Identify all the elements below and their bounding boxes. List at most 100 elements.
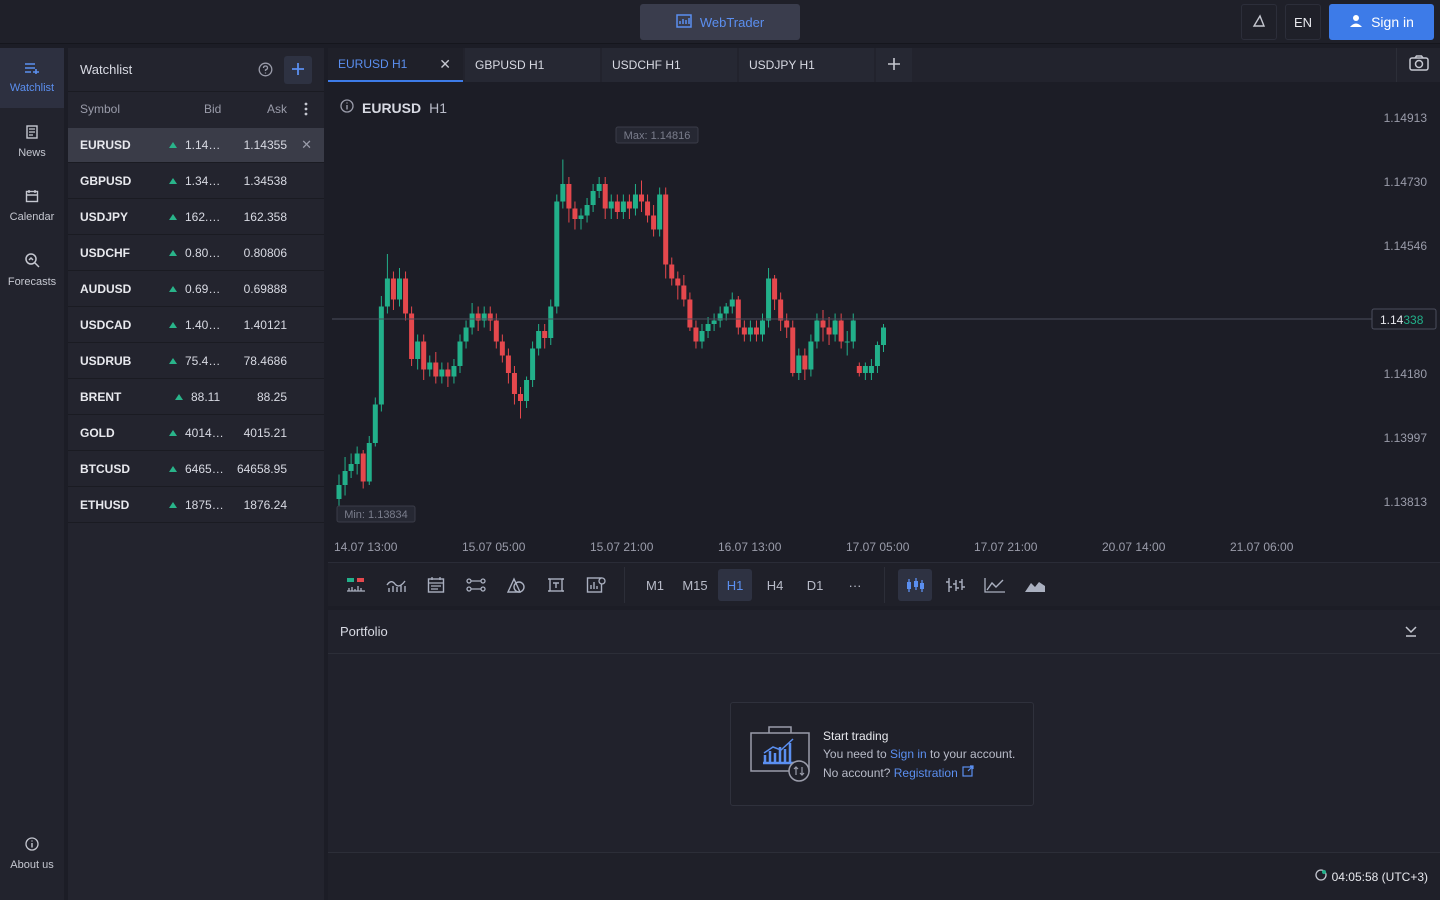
line2-pre: No account? (823, 765, 891, 780)
candle-body (511, 373, 517, 394)
watchlist-row-ethusd[interactable]: ETHUSD 1875… 1876.24 (68, 488, 324, 523)
text-tool-icon[interactable] (538, 569, 574, 601)
row-symbol: BTCUSD (80, 462, 130, 476)
news-icon (25, 125, 39, 142)
watchlist-panel: Watchlist Symbol Bid Ask EURUSD 1.14… 1.14… (68, 48, 324, 900)
line-tool-icon[interactable] (458, 569, 494, 601)
tab-eurusd[interactable]: EURUSD H1 ✕ (328, 48, 463, 82)
candle-body (838, 320, 844, 342)
tf-h1[interactable]: H1 (718, 569, 752, 601)
sign-in-button[interactable]: Sign in (1329, 4, 1434, 40)
calendar-tool-icon[interactable] (418, 569, 454, 601)
watchlist-row-brent[interactable]: BRENT 88.11 88.25 (68, 380, 324, 415)
watchlist-row-usdcad[interactable]: USDCAD 1.40… 1.40121 (68, 308, 324, 343)
indicators-icon[interactable] (338, 569, 374, 601)
candle-body (439, 369, 445, 377)
row-symbol: ETHUSD (80, 498, 130, 512)
nav-news[interactable]: News (0, 112, 64, 172)
tab-usdchf[interactable]: USDCHF H1 (602, 48, 737, 82)
collapse-icon[interactable] (1404, 624, 1418, 641)
bars-chart-icon[interactable] (938, 569, 972, 601)
watchlist-row-usdchf[interactable]: USDCHF 0.80… 0.80806 (68, 236, 324, 271)
candle-body (493, 320, 499, 342)
watchlist-row-usdrub[interactable]: USDRUB 75.4… 78.4686 (68, 344, 324, 379)
nav-about[interactable]: About us (0, 824, 64, 884)
row-ask: 162.358 (243, 210, 287, 224)
help-icon[interactable] (258, 62, 273, 80)
screenshot-button[interactable] (1396, 48, 1440, 82)
left-nav: Watchlist News Calendar Forecasts About … (0, 48, 64, 900)
price-chart[interactable]: EURUSD H1 1.14913 1.14730 1.14546 1.14180 1.… (328, 84, 1440, 560)
add-symbol-button[interactable] (284, 56, 312, 84)
up-arrow-icon (169, 286, 177, 292)
row-ask: 4015.21 (243, 426, 287, 440)
sign-in-label: Sign in (1371, 14, 1414, 30)
row-ask: 0.80806 (243, 246, 287, 260)
language-button[interactable]: EN (1285, 4, 1321, 40)
candle-body (590, 191, 596, 205)
top-bar: WebTrader EN Sign in (0, 0, 1440, 44)
candle-body (457, 341, 463, 366)
up-arrow-icon (169, 466, 177, 472)
registration-link[interactable]: Registration (894, 766, 958, 780)
row-bid: 6465… (185, 462, 224, 476)
nav-watchlist[interactable]: Watchlist (0, 48, 64, 108)
nav-forecasts[interactable]: Forecasts (0, 240, 64, 300)
candle-body (342, 471, 348, 485)
up-arrow-icon (169, 502, 177, 508)
tab-usdjpy[interactable]: USDJPY H1 (739, 48, 874, 82)
studies-icon[interactable] (378, 569, 414, 601)
candle-body (620, 201, 626, 212)
tf-d1[interactable]: D1 (798, 569, 832, 601)
watchlist-row-btcusd[interactable]: BTCUSD 6465… 64658.95 (68, 452, 324, 487)
price-main: 1.14 (1380, 313, 1404, 327)
up-arrow-icon (169, 322, 177, 328)
nav-calendar[interactable]: Calendar (0, 176, 64, 236)
watchlist-row-gbpusd[interactable]: GBPUSD 1.34… 1.34538 (68, 164, 324, 199)
row-bid: 0.69… (185, 282, 221, 296)
candle-body (766, 278, 772, 321)
shapes-icon[interactable] (498, 569, 534, 601)
line1-post: to your account. (926, 747, 1016, 761)
sign-in-link[interactable]: Sign in (890, 747, 927, 761)
theme-toggle-button[interactable] (1241, 4, 1277, 40)
watchlist-row-usdjpy[interactable]: USDJPY 162.… 162.358 (68, 200, 324, 235)
tf-m15[interactable]: M15 (678, 569, 712, 601)
candle-body (802, 355, 808, 370)
watchlist-header: Watchlist (68, 48, 324, 92)
tab-gbpusd[interactable]: GBPUSD H1 (465, 48, 600, 82)
line-chart-icon[interactable] (978, 569, 1012, 601)
candle-body (542, 331, 548, 338)
watchlist-row-audusd[interactable]: AUDUSD 0.69… 0.69888 (68, 272, 324, 307)
server-time: 04:05:58 (UTC+3) (1314, 869, 1428, 884)
candle-body (814, 320, 820, 342)
area-chart-icon[interactable] (1018, 569, 1052, 601)
remove-row-icon[interactable]: ✕ (301, 137, 312, 153)
candle-body (844, 341, 850, 343)
candle-body (536, 331, 542, 349)
candle-body (518, 394, 523, 401)
row-symbol: BRENT (80, 390, 122, 404)
row-ask: 1.34538 (243, 174, 287, 188)
candle-body (463, 327, 469, 342)
candle-body (699, 331, 705, 342)
candle-body (384, 278, 390, 307)
row-symbol: USDJPY (80, 210, 129, 224)
candles-chart-icon[interactable] (898, 569, 932, 601)
webtrader-button[interactable]: WebTrader (640, 4, 800, 40)
watchlist-row-eurusd[interactable]: EURUSD 1.14… 1.14355 ✕ (68, 128, 324, 163)
columns-menu-icon[interactable] (304, 96, 308, 122)
candle-body (584, 205, 590, 216)
candle-body (354, 453, 360, 464)
candle-body (614, 201, 620, 212)
tf-h4[interactable]: H4 (758, 569, 792, 601)
watchlist-row-gold[interactable]: GOLD 4014… 4015.21 (68, 416, 324, 451)
chart-settings-icon[interactable] (578, 569, 614, 601)
row-ask: 0.69888 (243, 282, 287, 296)
add-tab-button[interactable] (876, 48, 912, 82)
portfolio-title: Portfolio (340, 624, 388, 639)
close-tab-icon[interactable]: ✕ (439, 56, 451, 73)
candle-body (572, 208, 578, 219)
tf-more[interactable]: ··· (838, 569, 872, 601)
tf-m1[interactable]: M1 (638, 569, 672, 601)
